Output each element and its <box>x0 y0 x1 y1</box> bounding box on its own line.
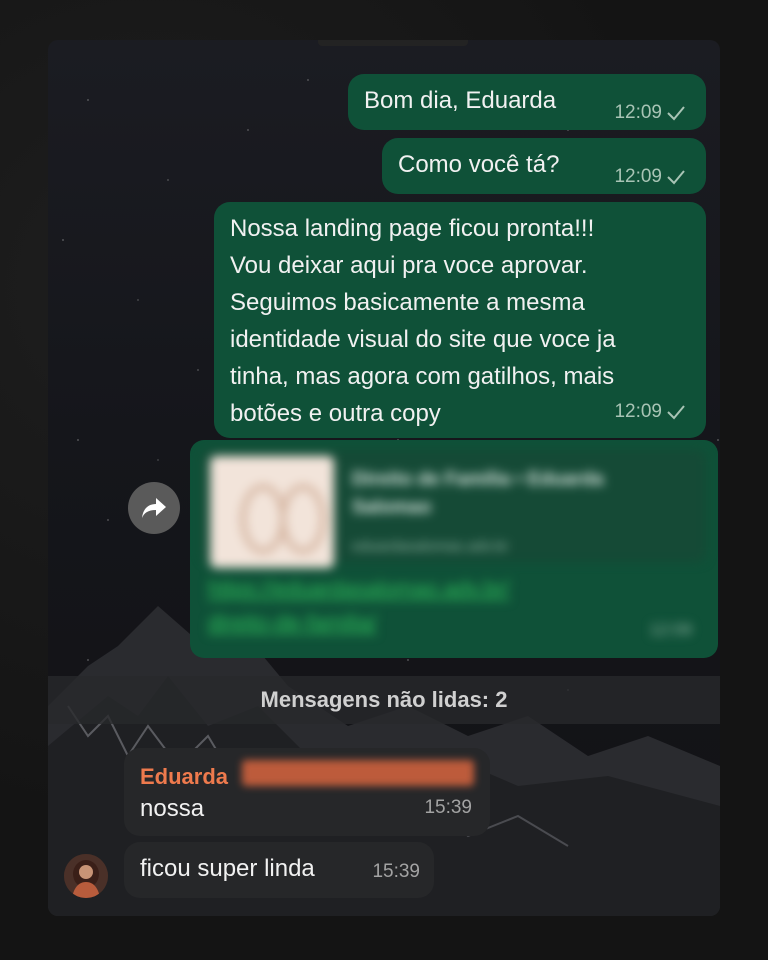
message-meta: 15:39 <box>424 789 472 826</box>
message-line: Nossa landing page ficou pronta!!! <box>230 215 595 242</box>
logo-mark <box>280 484 326 554</box>
link-url-line: direito-de-familia/ <box>208 610 377 635</box>
single-check-icon <box>667 404 685 419</box>
sender-detail-redacted <box>242 760 474 786</box>
message-text: Bom dia, Eduarda <box>364 87 557 114</box>
forward-arrow-icon <box>142 498 166 518</box>
message-meta: 12:09 <box>614 393 686 430</box>
photo-frame: Bom dia, Eduarda 12:09 Como você tá? 12:… <box>0 0 768 960</box>
incoming-message-bubble[interactable]: ficou super linda 15:39 <box>124 842 434 898</box>
message-time: 12:09 <box>614 102 662 123</box>
message-line: Vou deixar aqui pra voce aprovar. <box>230 252 588 279</box>
blurred-link-content: Direito de Família • Eduarda Salomao edu… <box>190 440 718 658</box>
message-time: 12:09 <box>649 620 692 639</box>
message-text: Como você tá? <box>398 151 560 178</box>
message-meta: 12:09 <box>614 158 686 195</box>
unread-label: Mensagens não lidas: 2 <box>260 687 508 712</box>
link-url[interactable]: https://eduardasalomao.adv.br/ direito-d… <box>208 572 628 640</box>
chat-screen: Bom dia, Eduarda 12:09 Como você tá? 12:… <box>48 40 720 916</box>
link-preview-title: Direito de Família • Eduarda Salomao <box>352 469 604 518</box>
message-line: identidade visual do site que voce ja <box>230 326 616 353</box>
forward-button[interactable] <box>128 482 180 534</box>
message-time: 15:39 <box>372 861 420 882</box>
outgoing-message-bubble[interactable]: Nossa landing page ficou pronta!!! Vou d… <box>214 202 706 438</box>
single-check-icon <box>667 105 685 120</box>
link-thumbnail <box>210 456 334 568</box>
message-line: tinha, mas agora com gatilhos, mais <box>230 363 615 390</box>
message-time: 12:09 <box>614 401 662 422</box>
link-preview-card[interactable]: Direito de Família • Eduarda Salomao edu… <box>202 450 706 568</box>
message-time: 12:09 <box>614 166 662 187</box>
link-url-line: https://eduardasalomao.adv.br/ <box>208 576 510 601</box>
message-time: 15:39 <box>424 797 472 818</box>
outgoing-message-bubble[interactable]: Bom dia, Eduarda 12:09 <box>348 74 706 130</box>
unread-messages-divider: Mensagens não lidas: 2 <box>48 676 720 724</box>
link-message-bubble[interactable]: Direito de Família • Eduarda Salomao edu… <box>190 440 718 658</box>
message-meta: 15:39 <box>372 853 420 890</box>
message-line: Seguimos basicamente a mesma <box>230 289 585 316</box>
single-check-icon <box>667 169 685 184</box>
link-preview-domain: eduardasalomao.adv.br <box>352 538 509 555</box>
message-text: ficou super linda <box>140 855 315 882</box>
person-avatar-icon <box>64 854 108 898</box>
incoming-message-bubble[interactable]: Eduarda nossa 15:39 <box>124 748 490 836</box>
message-text: nossa <box>140 795 205 822</box>
outgoing-message-bubble[interactable]: Como você tá? 12:09 <box>382 138 706 194</box>
message-meta: 12:09 <box>614 94 686 131</box>
contact-avatar[interactable] <box>64 854 108 898</box>
status-notch <box>318 40 468 46</box>
